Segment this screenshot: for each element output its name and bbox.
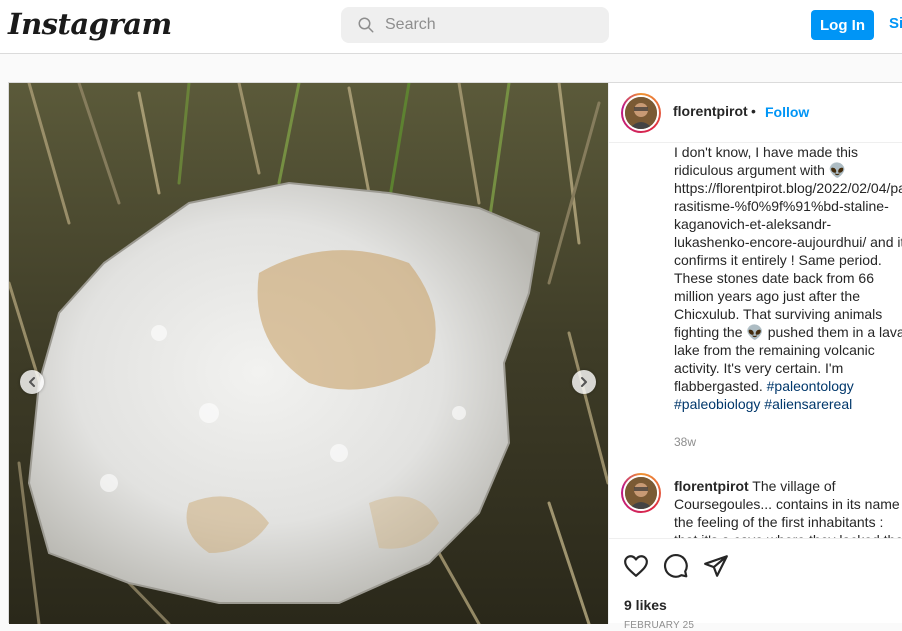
post-header: florentpirot • Follow bbox=[609, 83, 902, 143]
search-icon bbox=[358, 17, 374, 33]
post-date[interactable]: FEBRUARY 25 bbox=[624, 620, 694, 631]
comments-section[interactable]: I don't know, I have made this ridiculou… bbox=[609, 143, 902, 538]
likes-count[interactable]: 9 likes bbox=[624, 597, 667, 613]
follow-button[interactable]: Follow bbox=[765, 104, 809, 120]
next-photo-button[interactable] bbox=[572, 370, 596, 394]
caption-text: I don't know, I have made this ridiculou… bbox=[674, 143, 902, 413]
top-navigation-bar: Instagram Log In Si bbox=[0, 0, 902, 54]
chevron-left-icon bbox=[29, 377, 35, 387]
search-input[interactable] bbox=[385, 7, 595, 43]
hashtag-link[interactable]: #paleontology bbox=[767, 378, 854, 394]
post-actions: 9 likes FEBRUARY 25 bbox=[609, 538, 902, 631]
heart-icon[interactable] bbox=[623, 553, 649, 579]
separator-dot: • bbox=[751, 103, 756, 119]
search-box[interactable] bbox=[341, 7, 609, 43]
post-author-username[interactable]: florentpirot bbox=[673, 103, 748, 119]
profile-picture bbox=[625, 97, 657, 129]
avatar[interactable] bbox=[621, 473, 661, 513]
profile-picture bbox=[625, 477, 657, 509]
comment-icon[interactable] bbox=[663, 553, 689, 579]
caption-body: I don't know, I have made this ridiculou… bbox=[674, 144, 902, 394]
login-button[interactable]: Log In bbox=[811, 10, 874, 40]
rock-in-grass-image bbox=[9, 83, 608, 624]
previous-photo-button[interactable] bbox=[20, 370, 44, 394]
instagram-logo[interactable]: Instagram bbox=[8, 7, 172, 41]
avatar[interactable] bbox=[621, 93, 661, 133]
post-container: florentpirot • Follow I don't know, I ha… bbox=[8, 82, 902, 631]
caption-timestamp[interactable]: 38w bbox=[674, 435, 696, 449]
post-photo[interactable] bbox=[9, 83, 608, 624]
signup-link[interactable]: Si bbox=[889, 15, 902, 32]
post-sidebar: florentpirot • Follow I don't know, I ha… bbox=[608, 83, 902, 631]
hashtag-link[interactable]: #aliensarereal bbox=[764, 396, 852, 412]
comment-item: florentpirot The village of Coursegoules… bbox=[674, 477, 902, 538]
chevron-right-icon bbox=[581, 377, 587, 387]
hashtag-link[interactable]: #paleobiology bbox=[674, 396, 760, 412]
comment-username[interactable]: florentpirot bbox=[674, 478, 749, 494]
paper-plane-icon[interactable] bbox=[703, 553, 729, 579]
